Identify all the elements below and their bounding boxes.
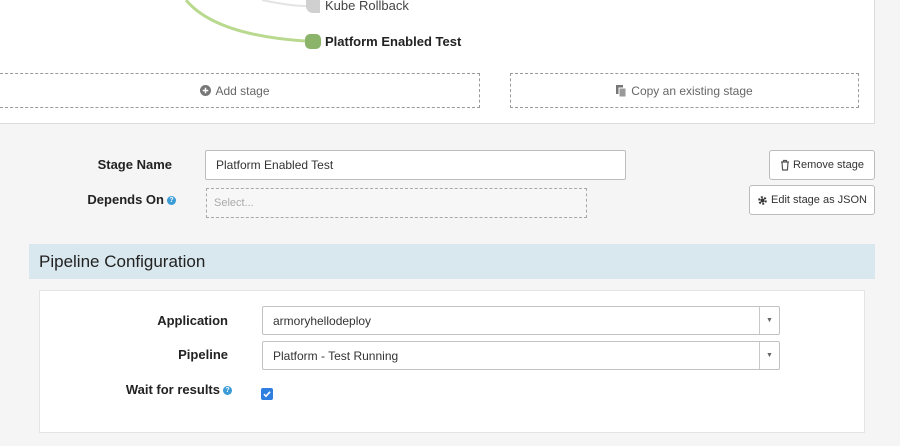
graph-node-kube-rollback[interactable] <box>306 0 320 13</box>
wait-for-results-checkbox[interactable] <box>261 388 273 400</box>
copy-icon <box>616 84 627 97</box>
stage-name-label: Stage Name <box>97 157 172 172</box>
graph-node-label-kube-rollback[interactable]: Kube Rollback <box>325 0 409 13</box>
application-label: Application <box>157 313 228 328</box>
chevron-down-icon[interactable]: ▼ <box>759 307 779 334</box>
depends-on-label: Depends On? <box>40 192 176 207</box>
trash-icon <box>780 159 790 171</box>
help-icon[interactable]: ? <box>223 386 232 396</box>
application-select[interactable]: armoryhellodeploy ▼ <box>262 306 780 335</box>
add-stage-label: Add stage <box>215 83 270 98</box>
gear-icon <box>757 195 768 206</box>
edit-stage-json-button[interactable]: Edit stage as JSON <box>749 185 875 215</box>
stage-name-input[interactable]: Platform Enabled Test <box>205 150 626 180</box>
pipeline-configuration-title: Pipeline Configuration <box>39 251 206 271</box>
plus-circle-icon <box>200 85 212 96</box>
graph-node-label-platform-enabled-test[interactable]: Platform Enabled Test <box>325 34 461 49</box>
checkmark-icon <box>263 391 271 398</box>
chevron-down-icon[interactable]: ▼ <box>759 342 779 369</box>
application-select-value: armoryhellodeploy <box>273 313 372 328</box>
remove-stage-button[interactable]: Remove stage <box>769 150 875 180</box>
graph-edge-active <box>184 0 306 43</box>
copy-existing-stage-button[interactable]: Copy an existing stage <box>510 73 859 108</box>
pipeline-select[interactable]: Platform - Test Running ▼ <box>262 341 780 370</box>
edit-stage-json-label: Edit stage as JSON <box>771 194 867 206</box>
remove-stage-label: Remove stage <box>793 159 864 171</box>
copy-existing-stage-label: Copy an existing stage <box>631 83 753 98</box>
help-icon[interactable]: ? <box>167 196 176 206</box>
pipeline-label: Pipeline <box>178 347 228 362</box>
wait-for-results-label: Wait for results? <box>90 382 232 397</box>
depends-on-label-text: Depends On <box>87 192 164 207</box>
graph-edge-inactive <box>261 0 307 7</box>
pipeline-select-value: Platform - Test Running <box>273 348 399 363</box>
wait-for-results-label-text: Wait for results <box>125 382 220 397</box>
pipeline-configuration-header: Pipeline Configuration <box>29 244 875 279</box>
add-stage-button[interactable]: Add stage <box>0 73 480 108</box>
depends-on-select[interactable]: Select... <box>206 188 587 218</box>
graph-node-platform-enabled-test[interactable] <box>305 34 321 49</box>
